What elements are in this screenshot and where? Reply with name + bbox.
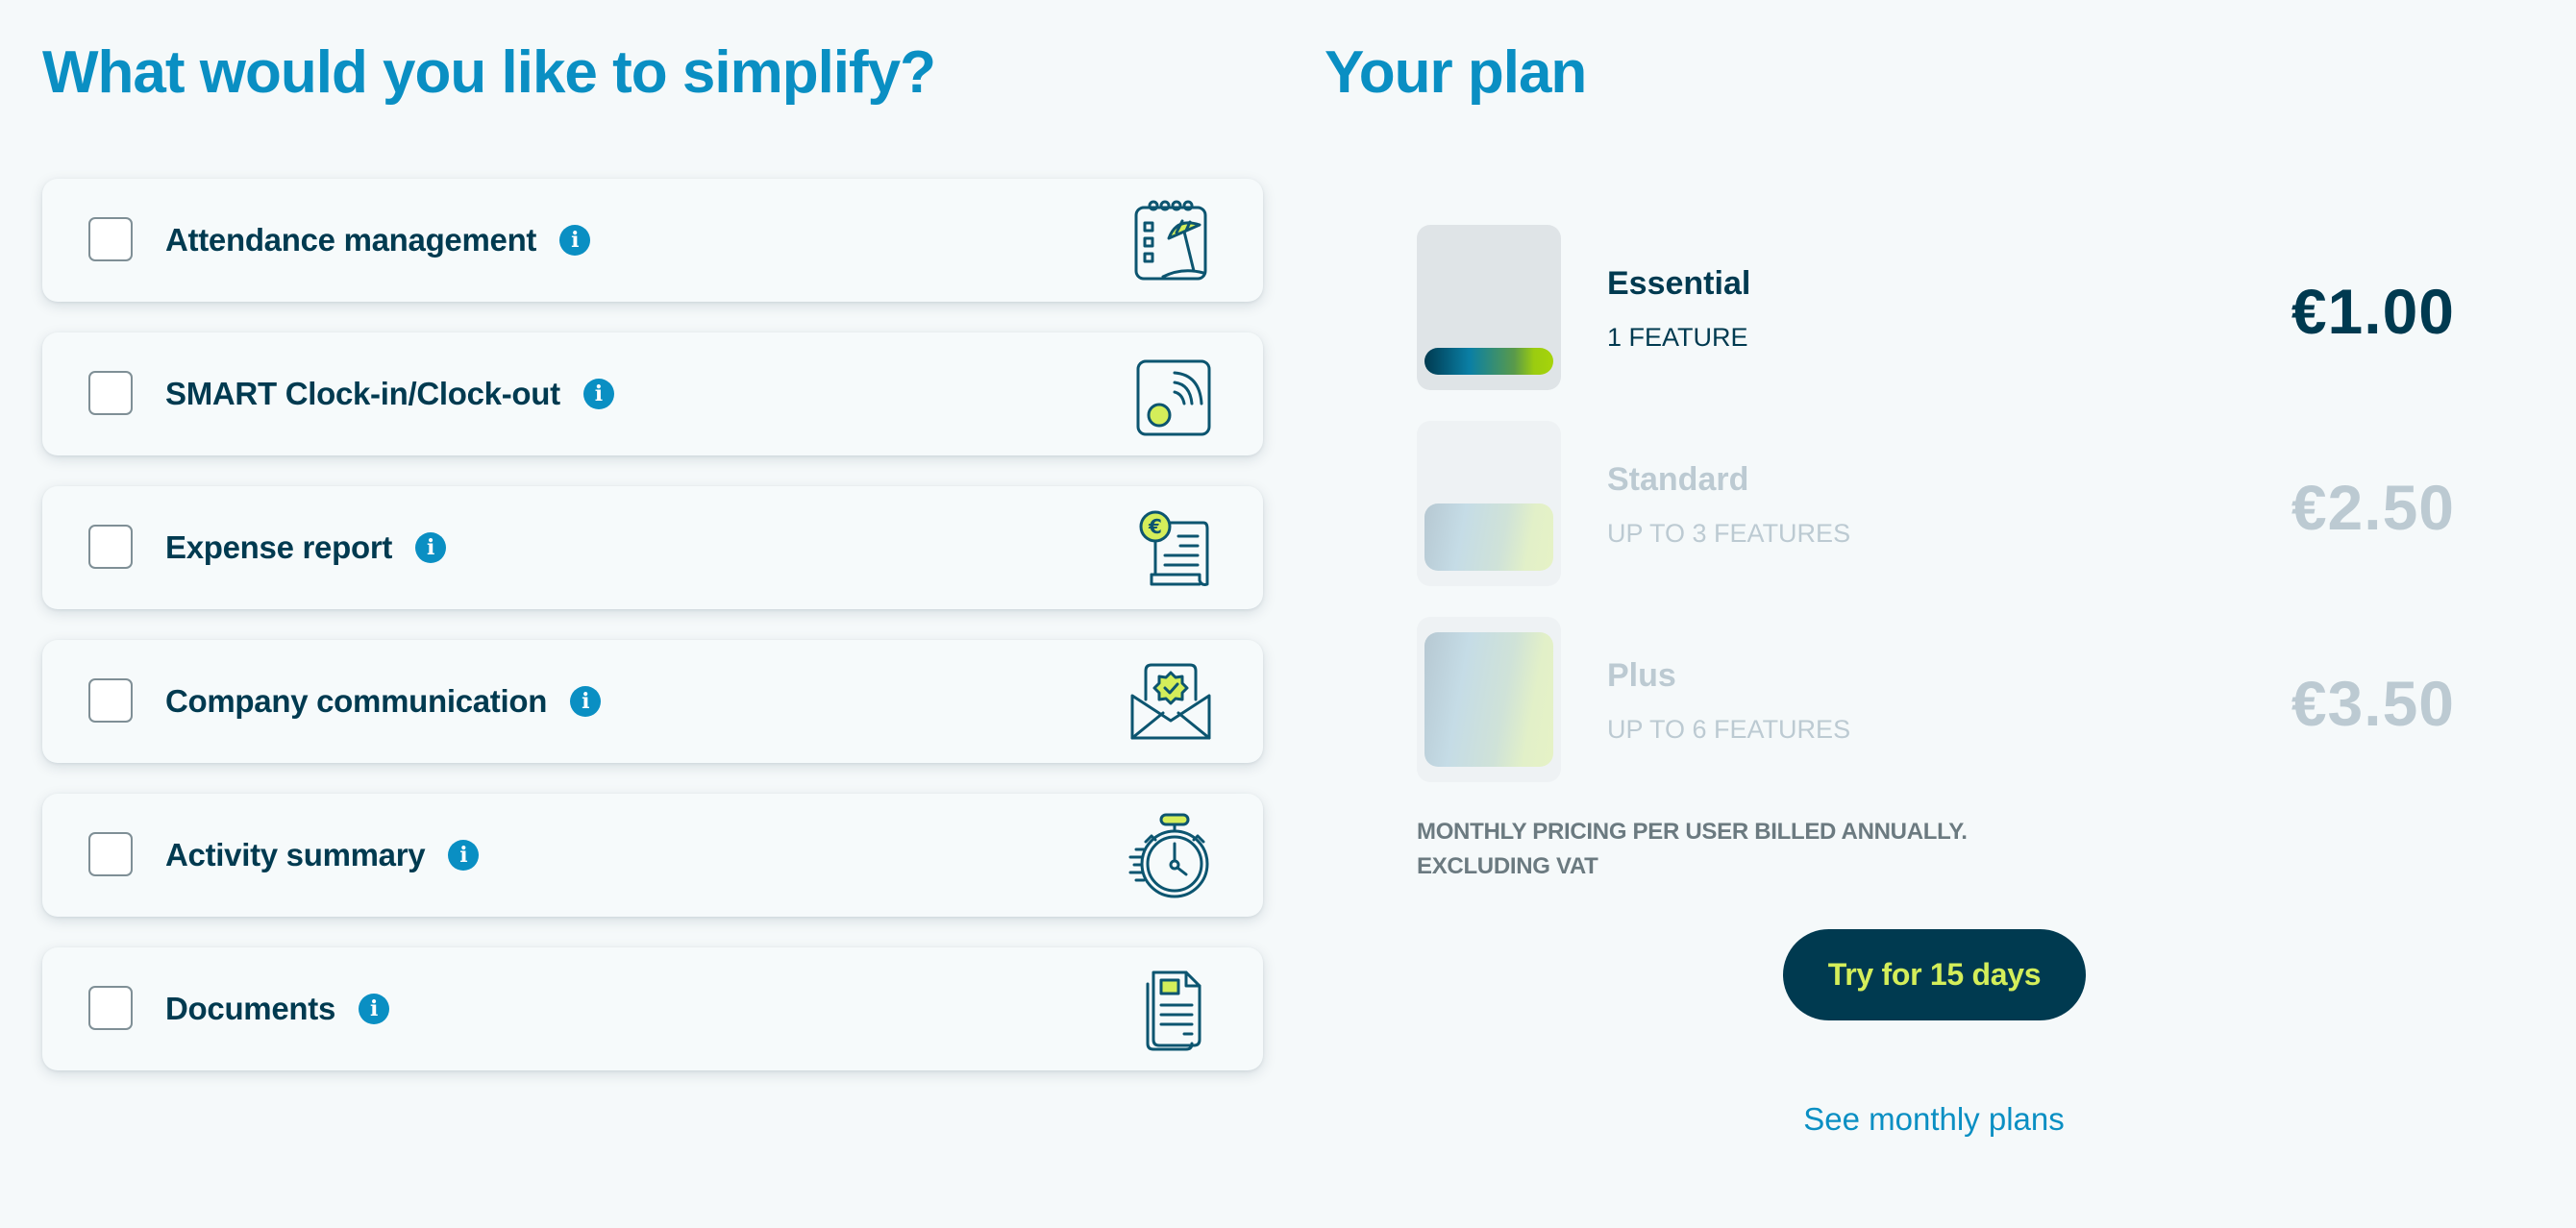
feature-list: Attendance management i SMART Clock-in/C… xyxy=(42,179,1263,1101)
plan-heading: Your plan xyxy=(1325,39,1587,106)
pricing-note-line: MONTHLY PRICING PER USER BILLED ANNUALLY… xyxy=(1417,819,1968,845)
plan-price: €2.50 xyxy=(2291,472,2455,543)
pricing-note: MONTHLY PRICING PER USER BILLED ANNUALLY… xyxy=(1417,815,1968,884)
plan-level-fill xyxy=(1424,632,1553,767)
stopwatch-icon xyxy=(1128,813,1209,898)
documents-icon xyxy=(1146,970,1201,1051)
feature-card-attendance[interactable]: Attendance management i xyxy=(42,179,1263,302)
info-icon[interactable]: i xyxy=(415,532,447,563)
info-icon[interactable]: i xyxy=(448,840,480,871)
feature-checkbox[interactable] xyxy=(88,525,133,569)
plan-feature-count: UP TO 6 FEATURES xyxy=(1607,715,1851,744)
feature-checkbox[interactable] xyxy=(88,217,133,261)
envelope-badge-icon xyxy=(1130,663,1211,740)
feature-label: Company communication xyxy=(165,683,548,719)
info-icon[interactable]: i xyxy=(559,225,591,256)
calendar-umbrella-icon xyxy=(1134,200,1207,281)
euro-receipt-icon: € xyxy=(1139,510,1209,586)
plan-level-thumbnail xyxy=(1417,225,1561,390)
pricing-note-line: EXCLUDING VAT xyxy=(1417,853,1598,879)
plan-level-thumbnail xyxy=(1417,617,1561,782)
plan-option-essential[interactable]: Essential 1 FEATURE €1.00 xyxy=(1417,225,2455,390)
feature-label: Expense report xyxy=(165,529,393,565)
feature-card-activity[interactable]: Activity summary i xyxy=(42,794,1263,917)
feature-card-communication[interactable]: Company communication i xyxy=(42,640,1263,763)
feature-checkbox[interactable] xyxy=(88,986,133,1030)
feature-label: Activity summary xyxy=(165,837,426,872)
plan-feature-count: UP TO 3 FEATURES xyxy=(1607,519,1851,548)
feature-card-expense[interactable]: Expense report i € xyxy=(42,486,1263,609)
plan-option-standard[interactable]: Standard UP TO 3 FEATURES €2.50 xyxy=(1417,421,2455,586)
plan-name: Essential xyxy=(1607,265,1751,302)
feature-checkbox[interactable] xyxy=(88,832,133,876)
see-monthly-plans-link[interactable]: See monthly plans xyxy=(1742,1101,2126,1138)
feature-card-smart-clock[interactable]: SMART Clock-in/Clock-out i xyxy=(42,332,1263,455)
feature-checkbox[interactable] xyxy=(88,371,133,415)
info-icon[interactable]: i xyxy=(582,379,614,409)
feature-label: SMART Clock-in/Clock-out xyxy=(165,376,560,411)
info-icon[interactable]: i xyxy=(570,686,602,717)
plan-option-plus[interactable]: Plus UP TO 6 FEATURES €3.50 xyxy=(1417,617,2455,782)
plan-name: Standard xyxy=(1607,461,1749,498)
feature-label: Documents xyxy=(165,991,335,1026)
feature-checkbox[interactable] xyxy=(88,678,133,723)
plan-level-fill xyxy=(1424,503,1553,571)
smart-clock-signal-icon xyxy=(1136,359,1211,436)
plan-price: €1.00 xyxy=(2291,276,2455,347)
plan-price: €3.50 xyxy=(2291,668,2455,739)
plan-feature-count: 1 FEATURE xyxy=(1607,323,1748,352)
feature-card-documents[interactable]: Documents i xyxy=(42,947,1263,1070)
feature-label: Attendance management xyxy=(165,222,537,258)
svg-text:€: € xyxy=(1148,515,1162,538)
try-free-button[interactable]: Try for 15 days xyxy=(1783,929,2086,1020)
plan-name: Plus xyxy=(1607,657,1676,694)
plan-list: Essential 1 FEATURE €1.00 Standard UP TO… xyxy=(1417,225,2455,813)
features-heading: What would you like to simplify? xyxy=(42,39,936,106)
info-icon[interactable]: i xyxy=(359,994,389,1024)
plan-level-fill xyxy=(1424,348,1553,375)
plan-level-thumbnail xyxy=(1417,421,1561,586)
